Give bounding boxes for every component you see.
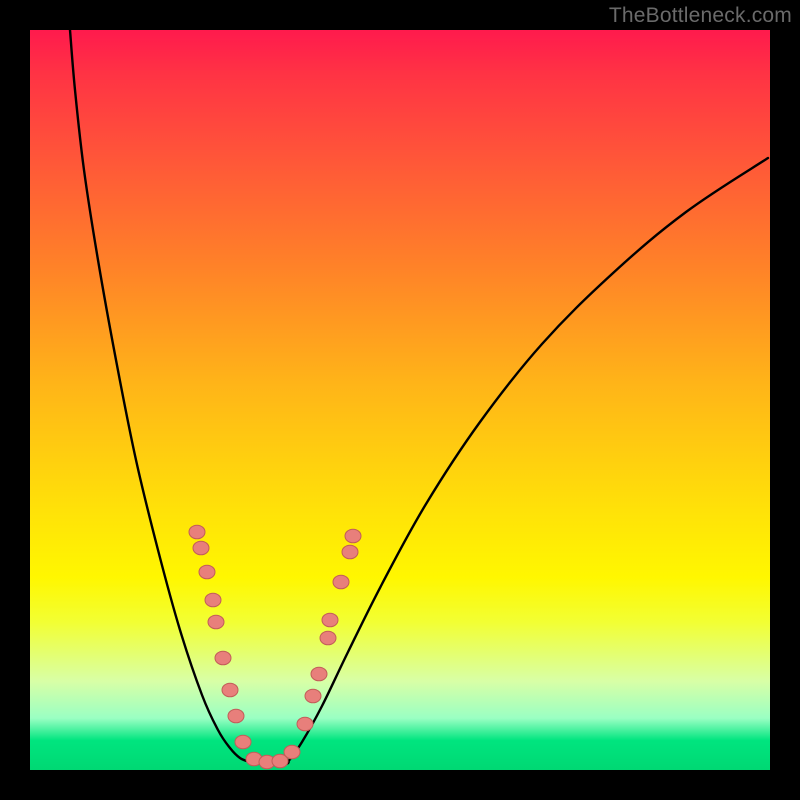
data-dot: [297, 717, 313, 731]
data-dot: [345, 529, 361, 543]
data-dot: [228, 709, 244, 723]
data-dot: [199, 565, 215, 579]
data-dot: [205, 593, 221, 607]
watermark-text: TheBottleneck.com: [609, 4, 792, 28]
data-dot: [333, 575, 349, 589]
data-dot: [311, 667, 327, 681]
data-dot: [189, 525, 205, 539]
data-dot: [322, 613, 338, 627]
chart-svg: [30, 30, 770, 770]
dots-group: [189, 525, 361, 769]
data-dot: [215, 651, 231, 665]
data-dot: [320, 631, 336, 645]
data-dot: [208, 615, 224, 629]
data-dot: [193, 541, 209, 555]
data-dot: [305, 689, 321, 703]
curve-group: [70, 30, 768, 764]
data-dot: [284, 745, 300, 759]
data-dot: [342, 545, 358, 559]
data-dot: [222, 683, 238, 697]
data-dot: [235, 735, 251, 749]
chart-plot-area: [30, 30, 770, 770]
v-curve: [70, 30, 768, 764]
